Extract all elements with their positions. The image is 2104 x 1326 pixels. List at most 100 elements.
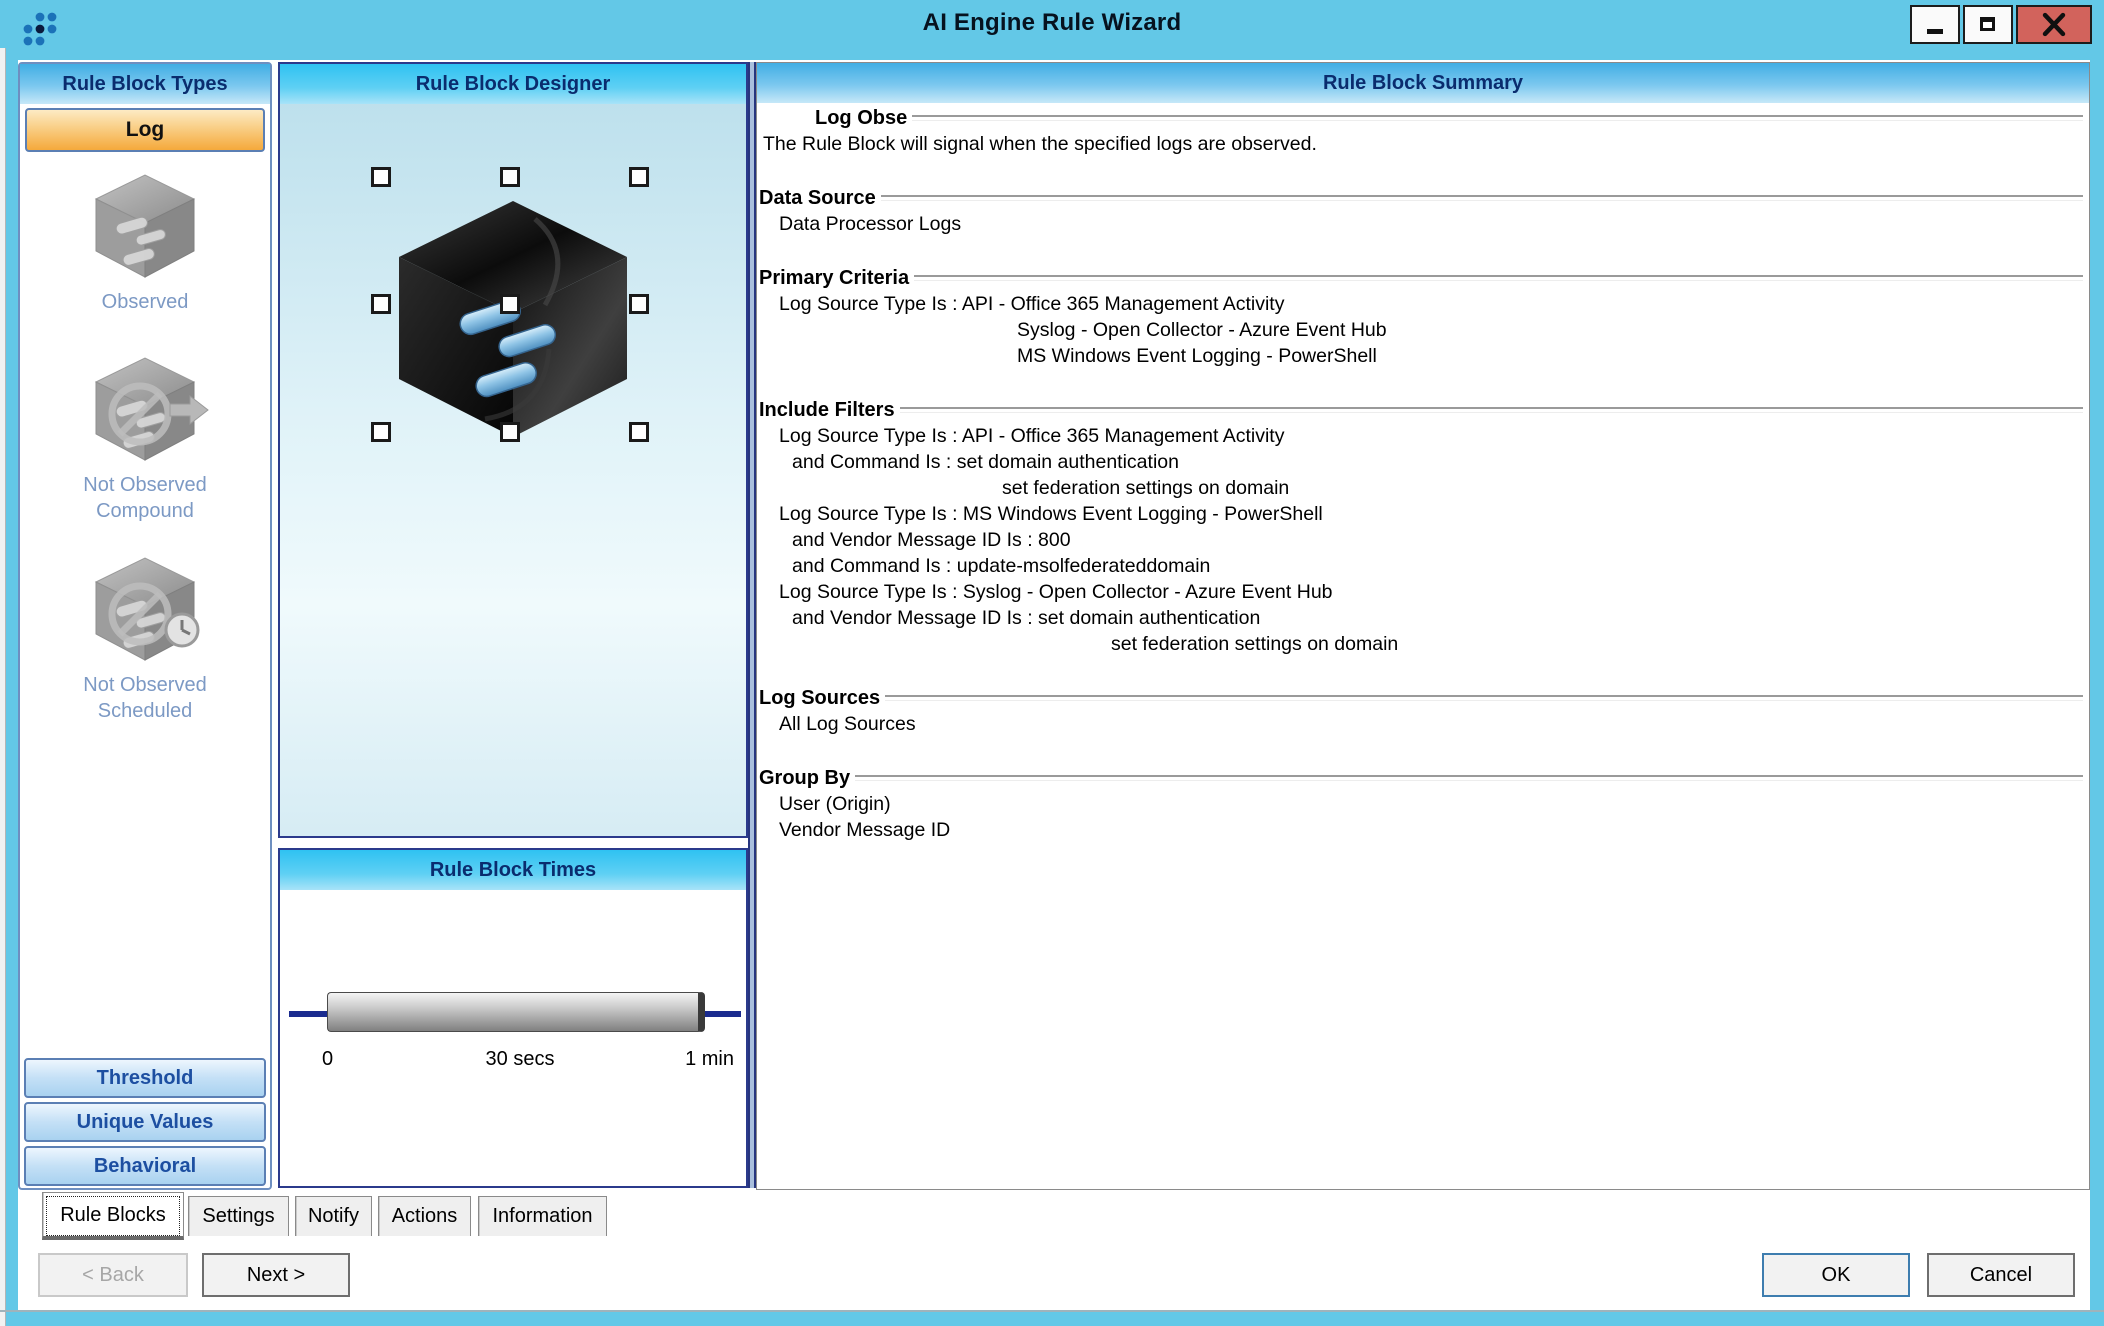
unique-values-type-button[interactable]: Unique Values bbox=[24, 1102, 266, 1142]
summary-section-title: Include Filters bbox=[759, 399, 895, 422]
summary-line: Syslog - Open Collector - Azure Event Hu… bbox=[759, 317, 2085, 343]
summary-section-heading: Log Sources bbox=[759, 685, 2085, 711]
selection-handle[interactable] bbox=[500, 422, 520, 442]
tab-rule-blocks[interactable]: Rule Blocks bbox=[42, 1192, 184, 1240]
title-bar[interactable]: AI Engine Rule Wizard bbox=[0, 0, 2104, 48]
summary-line: and Vendor Message ID Is : 800 bbox=[759, 527, 2085, 553]
tick-label-1min: 1 min bbox=[652, 1048, 734, 1071]
summary-section-title: Log Sources bbox=[759, 687, 880, 710]
screen-edge-sliver bbox=[0, 0, 6, 1326]
rule-block-type-not-observed-compound[interactable]: Not ObservedCompound bbox=[20, 342, 270, 524]
summary-section-include-filters: Include FiltersLog Source Type Is : API … bbox=[759, 397, 2085, 657]
rule-block-summary-body: Log ObseThe Rule Block will signal when … bbox=[759, 103, 2085, 1187]
selection-handle[interactable] bbox=[371, 167, 391, 187]
threshold-type-button[interactable]: Threshold bbox=[24, 1058, 266, 1098]
type-label: Not Observed bbox=[20, 472, 270, 498]
minimize-button[interactable] bbox=[1910, 5, 1960, 44]
back-button[interactable]: < Back bbox=[38, 1253, 188, 1297]
selection-handle[interactable] bbox=[371, 294, 391, 314]
observed-cube-icon[interactable] bbox=[78, 159, 213, 289]
summary-line: MS Windows Event Logging - PowerShell bbox=[759, 343, 2085, 369]
summary-line: and Vendor Message ID Is : set domain au… bbox=[759, 605, 2085, 631]
tick-label-30secs: 30 secs bbox=[440, 1048, 600, 1071]
rule-block-designer-header: Rule Block Designer bbox=[280, 64, 746, 104]
summary-line: Vendor Message ID bbox=[759, 817, 2085, 843]
panel-splitter[interactable] bbox=[748, 62, 756, 1188]
selected-log-block-cube-icon[interactable] bbox=[385, 189, 641, 445]
cancel-button[interactable]: Cancel bbox=[1927, 1253, 2075, 1297]
tab-notify[interactable]: Notify bbox=[295, 1196, 372, 1236]
section-divider-line bbox=[912, 115, 2083, 121]
summary-section-heading: Group By bbox=[759, 765, 2085, 791]
window-title: AI Engine Rule Wizard bbox=[0, 9, 2104, 37]
rule-block-designer-panel: Rule Block Designer bbox=[278, 62, 748, 838]
rule-block-times-panel: Rule Block Times 0 30 secs 1 min bbox=[278, 848, 748, 1188]
tick-label-zero: 0 bbox=[322, 1048, 333, 1071]
summary-section-title: Data Source bbox=[759, 187, 876, 210]
close-icon bbox=[2018, 7, 2090, 42]
tab-settings[interactable]: Settings bbox=[188, 1196, 289, 1236]
section-divider-line bbox=[900, 407, 2083, 413]
summary-section-data-source: Data SourceData Processor Logs bbox=[759, 185, 2085, 237]
not-observed-scheduled-cube-icon[interactable] bbox=[78, 542, 213, 672]
selection-handle[interactable] bbox=[629, 422, 649, 442]
selection-handle[interactable] bbox=[371, 422, 391, 442]
summary-section-title: Primary Criteria bbox=[759, 267, 909, 290]
summary-line: All Log Sources bbox=[759, 711, 2085, 737]
rule-block-type-not-observed-scheduled[interactable]: Not ObservedScheduled bbox=[20, 542, 270, 724]
summary-section-title: Log Obse bbox=[815, 107, 907, 130]
summary-line: Log Source Type Is : API - Office 365 Ma… bbox=[759, 423, 2085, 449]
summary-line: set federation settings on domain bbox=[759, 631, 2085, 657]
section-divider-line bbox=[881, 195, 2083, 201]
close-button[interactable] bbox=[2016, 5, 2092, 44]
type-label: Observed bbox=[20, 289, 270, 315]
rule-block-summary-panel: Rule Block Summary Log ObseThe Rule Bloc… bbox=[756, 62, 2090, 1190]
selection-handle[interactable] bbox=[629, 294, 649, 314]
tab-actions[interactable]: Actions bbox=[378, 1196, 471, 1236]
rule-block-summary-header: Rule Block Summary bbox=[757, 63, 2089, 103]
type-label: Not Observed bbox=[20, 672, 270, 698]
rule-block-times-header: Rule Block Times bbox=[280, 850, 746, 890]
dialog-frame: AI Engine Rule Wizard Rule Block Types L… bbox=[0, 0, 2104, 1326]
summary-section-heading: Data Source bbox=[759, 185, 2085, 211]
summary-line: and Command Is : update-msolfederateddom… bbox=[759, 553, 2085, 579]
rule-block-types-panel: Rule Block Types Log Observed Not Observ… bbox=[18, 62, 272, 1190]
tab-information[interactable]: Information bbox=[478, 1196, 607, 1236]
summary-line: Log Source Type Is : Syslog - Open Colle… bbox=[759, 579, 2085, 605]
maximize-button[interactable] bbox=[1963, 5, 2013, 44]
section-divider-line bbox=[855, 775, 2083, 781]
summary-section-log-obse: Log ObseThe Rule Block will signal when … bbox=[759, 105, 2085, 157]
summary-line: The Rule Block will signal when the spec… bbox=[759, 131, 2085, 157]
summary-section-log-sources: Log SourcesAll Log Sources bbox=[759, 685, 2085, 737]
ok-button[interactable]: OK bbox=[1762, 1253, 1910, 1297]
time-slider-range-bar[interactable] bbox=[327, 992, 705, 1032]
wizard-tab-strip: Rule BlocksSettingsNotifyActionsInformat… bbox=[18, 1190, 2090, 1242]
behavioral-type-button[interactable]: Behavioral bbox=[24, 1146, 266, 1186]
summary-line: User (Origin) bbox=[759, 791, 2085, 817]
type-label: Scheduled bbox=[20, 698, 270, 724]
designer-canvas[interactable] bbox=[280, 104, 746, 836]
summary-line: and Command Is : set domain authenticati… bbox=[759, 449, 2085, 475]
maximize-icon bbox=[1980, 17, 1995, 31]
log-type-button[interactable]: Log bbox=[25, 108, 265, 152]
summary-line: set federation settings on domain bbox=[759, 475, 2085, 501]
next-button[interactable]: Next > bbox=[202, 1253, 350, 1297]
summary-section-heading: Log Obse bbox=[759, 105, 2085, 131]
summary-section-primary-criteria: Primary CriteriaLog Source Type Is : API… bbox=[759, 265, 2085, 369]
type-label: Compound bbox=[20, 498, 270, 524]
selection-handle[interactable] bbox=[500, 294, 520, 314]
window-controls bbox=[1907, 5, 2092, 44]
summary-section-group-by: Group ByUser (Origin)Vendor Message ID bbox=[759, 765, 2085, 843]
rule-block-types-header: Rule Block Types bbox=[20, 64, 270, 104]
selection-handle[interactable] bbox=[629, 167, 649, 187]
summary-section-heading: Include Filters bbox=[759, 397, 2085, 423]
section-divider-line bbox=[914, 275, 2083, 281]
rule-block-type-observed[interactable]: Observed bbox=[20, 159, 270, 315]
not-observed-compound-cube-icon[interactable] bbox=[78, 342, 213, 472]
section-divider-line bbox=[885, 695, 2083, 701]
minimize-icon bbox=[1927, 29, 1943, 34]
summary-section-title: Group By bbox=[759, 767, 850, 790]
selection-handle[interactable] bbox=[500, 167, 520, 187]
summary-section-heading: Primary Criteria bbox=[759, 265, 2085, 291]
summary-line: Data Processor Logs bbox=[759, 211, 2085, 237]
